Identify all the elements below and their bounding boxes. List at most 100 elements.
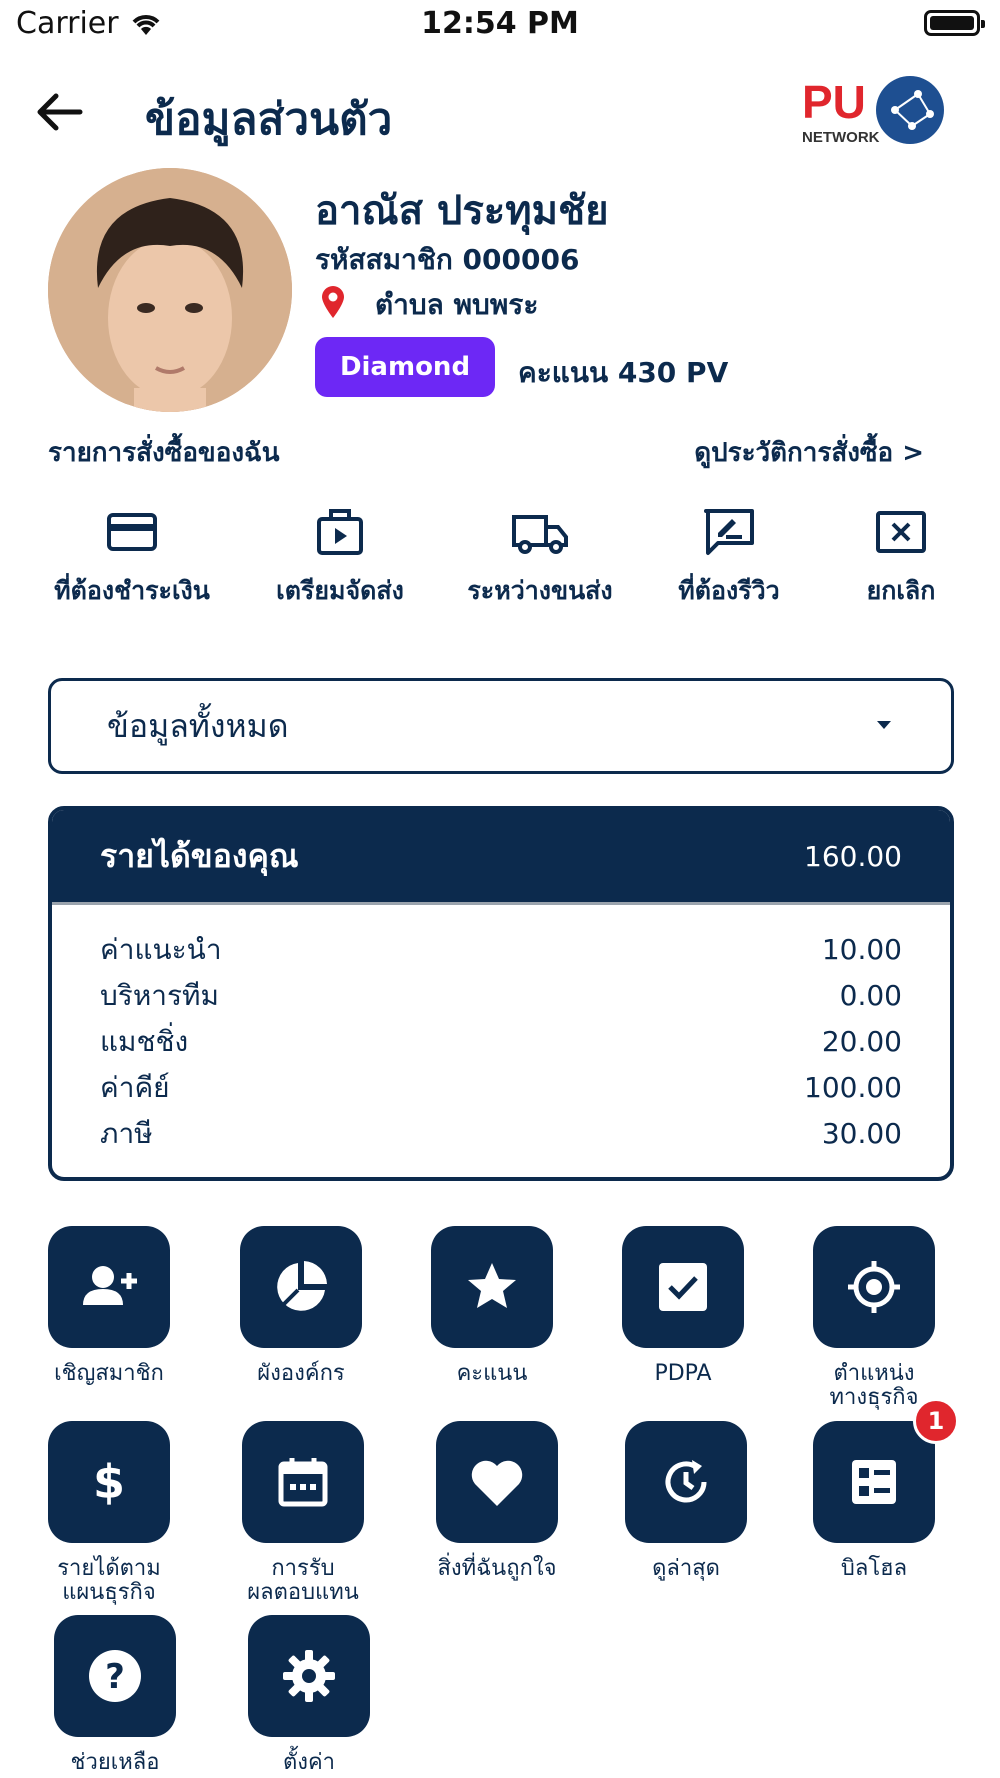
arrow-left-icon bbox=[37, 93, 83, 131]
heart-icon bbox=[471, 1460, 523, 1506]
help-icon: ? bbox=[89, 1650, 141, 1702]
menu-label: คะแนน bbox=[456, 1361, 528, 1386]
menu-tile bbox=[248, 1615, 370, 1737]
truck-icon bbox=[512, 515, 568, 554]
menu-label: PDPA bbox=[654, 1361, 712, 1386]
location-pin-icon bbox=[322, 286, 344, 318]
menu-label: ตั้งค่า bbox=[282, 1750, 336, 1775]
order-status-label: ยกเลิก bbox=[866, 576, 936, 605]
status-time: 12:54 PM bbox=[421, 6, 579, 41]
menu-label: บิลโฮล bbox=[840, 1556, 908, 1581]
order-status-shipping[interactable]: ระหว่างขนส่ง bbox=[445, 505, 635, 611]
menu-tile bbox=[48, 1226, 170, 1348]
income-row: แมชชิ่ง 20.00 bbox=[100, 1019, 902, 1065]
review-icon bbox=[704, 509, 754, 555]
menu-label: สิ่งที่ฉันถูกใจ bbox=[437, 1556, 557, 1581]
member-id: รหัสสมาชิก 000006 bbox=[315, 243, 580, 276]
menu-org-chart[interactable]: ผังองค์กร bbox=[226, 1226, 376, 1386]
menu-label: การรับ ผลตอบแทน bbox=[247, 1556, 359, 1605]
points-text: คะแนน 430 PV bbox=[518, 356, 729, 389]
dollar-icon: $ bbox=[93, 1455, 125, 1509]
calendar-icon bbox=[278, 1458, 328, 1507]
star-icon bbox=[468, 1263, 516, 1308]
menu-tile bbox=[622, 1226, 744, 1348]
pie-chart-icon bbox=[277, 1261, 327, 1311]
order-status-to-pay[interactable]: ที่ต้องชำระเงิน bbox=[37, 505, 227, 611]
menu-tile bbox=[813, 1421, 935, 1543]
menu-points[interactable]: คะแนน bbox=[417, 1226, 567, 1386]
menu-tile: $ bbox=[48, 1421, 170, 1543]
order-status-label: ระหว่างขนส่ง bbox=[467, 576, 613, 605]
menu-help[interactable]: ? ช่วยเหลือ bbox=[40, 1615, 190, 1775]
battery-icon bbox=[924, 10, 985, 36]
target-icon bbox=[848, 1261, 900, 1313]
menu-invite-member[interactable]: เชิญสมาชิก bbox=[34, 1226, 184, 1386]
menu-tile: ? bbox=[54, 1615, 176, 1737]
avatar[interactable] bbox=[48, 168, 292, 412]
cancel-icon bbox=[876, 511, 926, 553]
income-row-label: ค่าคีย์ bbox=[100, 1071, 170, 1104]
income-total: 160.00 bbox=[804, 839, 902, 873]
profile-name: อาณัส ประทุมชัย bbox=[315, 188, 609, 234]
income-row: ค่าแนะนำ 10.00 bbox=[100, 927, 902, 973]
menu-pdpa[interactable]: PDPA bbox=[608, 1226, 758, 1386]
menu-label: ดูล่าสุด bbox=[652, 1556, 720, 1581]
income-row-label: ภาษี bbox=[100, 1117, 153, 1150]
checkbox-icon bbox=[659, 1263, 707, 1311]
menu-tile bbox=[242, 1421, 364, 1543]
order-history-link[interactable]: ดูประวัติการสั่งซื้อ > bbox=[694, 432, 924, 473]
income-header: รายได้ของคุณ 160.00 bbox=[52, 810, 950, 905]
income-row: ภาษี 30.00 bbox=[100, 1111, 902, 1157]
order-status-label: เตรียมจัดส่ง bbox=[276, 576, 404, 605]
notification-badge: 1 bbox=[913, 1398, 959, 1444]
menu-tile bbox=[240, 1226, 362, 1348]
svg-text:PU: PU bbox=[802, 76, 866, 128]
menu-label: เชิญสมาชิก bbox=[54, 1361, 164, 1386]
order-status-preparing[interactable]: เตรียมจัดส่ง bbox=[245, 505, 435, 611]
package-icon bbox=[317, 509, 363, 555]
history-icon bbox=[665, 1460, 707, 1503]
order-status-cancelled[interactable]: ยกเลิก bbox=[806, 505, 996, 611]
back-button[interactable] bbox=[30, 82, 90, 142]
menu-label: ช่วยเหลือ bbox=[70, 1750, 160, 1775]
rank-badge: Diamond bbox=[315, 337, 495, 397]
credit-card-icon bbox=[107, 513, 157, 551]
income-row-value: 20.00 bbox=[821, 1025, 902, 1058]
menu-label: ผังองค์กร bbox=[257, 1361, 345, 1386]
income-row-value: 30.00 bbox=[821, 1117, 902, 1150]
income-row-value: 0.00 bbox=[839, 979, 902, 1012]
svg-text:$: $ bbox=[93, 1455, 125, 1509]
settings-icon bbox=[283, 1650, 335, 1702]
order-status-to-review[interactable]: ที่ต้องรีวิว bbox=[634, 505, 824, 611]
page-title: ข้อมูลส่วนตัว bbox=[145, 94, 393, 145]
order-status-label: ที่ต้องชำระเงิน bbox=[54, 576, 210, 605]
menu-tile bbox=[436, 1421, 558, 1543]
add-user-icon bbox=[83, 1266, 137, 1305]
income-card: รายได้ของคุณ 160.00 ค่าแนะนำ 10.00 บริหา… bbox=[48, 806, 954, 1181]
pu-network-logo: PU NETWORK bbox=[800, 72, 950, 148]
income-row-value: 10.00 bbox=[821, 933, 902, 966]
menu-tile bbox=[431, 1226, 553, 1348]
menu-recently-viewed[interactable]: ดูล่าสุด bbox=[611, 1421, 761, 1581]
bill-icon bbox=[852, 1460, 896, 1504]
menu-tile bbox=[625, 1421, 747, 1543]
menu-tile bbox=[813, 1226, 935, 1348]
income-row: ค่าคีย์ 100.00 bbox=[100, 1065, 902, 1111]
info-filter-select[interactable]: ข้อมูลทั้งหมด bbox=[48, 678, 954, 774]
income-row: บริหารทีม 0.00 bbox=[100, 973, 902, 1019]
menu-rewards[interactable]: การรับ ผลตอบแทน bbox=[228, 1421, 378, 1605]
menu-business-income[interactable]: $ รายได้ตาม แผนธุรกิจ bbox=[34, 1421, 184, 1605]
income-row-label: ค่าแนะนำ bbox=[100, 933, 222, 966]
menu-bill-hold[interactable]: บิลโฮล bbox=[799, 1421, 949, 1581]
caret-down-icon bbox=[877, 721, 891, 729]
income-row-value: 100.00 bbox=[804, 1071, 902, 1104]
menu-business-position[interactable]: ตำแหน่ง ทางธุรกิจ bbox=[799, 1226, 949, 1410]
menu-settings[interactable]: ตั้งค่า bbox=[234, 1615, 384, 1775]
orders-label: รายการสั่งซื้อของฉัน bbox=[48, 438, 280, 468]
income-row-label: แมชชิ่ง bbox=[100, 1025, 189, 1058]
menu-favorites[interactable]: สิ่งที่ฉันถูกใจ bbox=[422, 1421, 572, 1581]
selected-value: ข้อมูลทั้งหมด bbox=[107, 706, 289, 745]
income-title: รายได้ของคุณ bbox=[100, 836, 299, 875]
income-row-label: บริหารทีม bbox=[100, 979, 219, 1012]
menu-label: รายได้ตาม แผนธุรกิจ bbox=[57, 1556, 161, 1605]
